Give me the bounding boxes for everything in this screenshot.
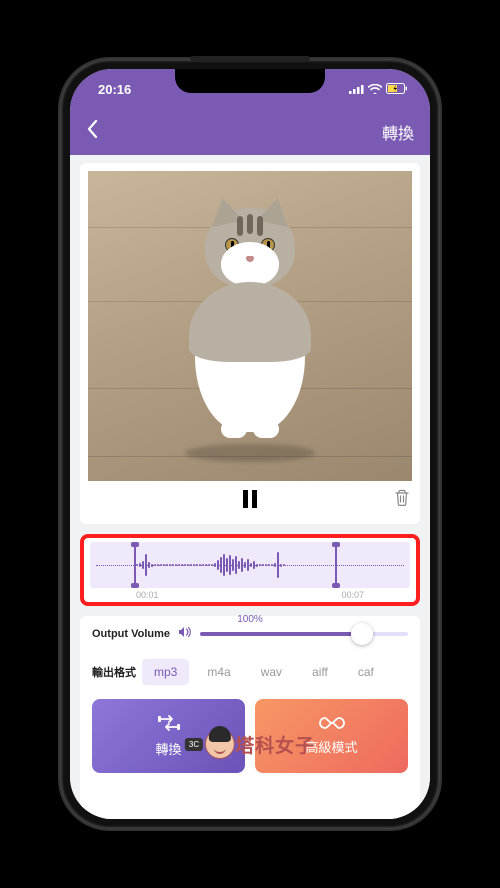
settings-card: 100% Output Volume 輸出格式 mp3 m4a wav ai [80,616,420,819]
wifi-icon [368,82,382,97]
format-label: 輸出格式 [92,664,136,680]
watermark-badge: 3C [185,738,203,751]
back-button[interactable] [86,119,98,145]
volume-slider-thumb[interactable] [351,623,373,645]
signal-icon [349,82,364,97]
waveform-times: 00:01 00:07 [90,590,410,600]
speaker-icon [178,626,192,641]
screen: 20:16 轉換 [70,69,430,819]
trim-handle-end[interactable] [335,544,337,586]
chevron-left-icon [86,119,98,139]
format-option-caf[interactable]: caf [346,659,386,685]
volume-percent: 100% [237,614,263,625]
volume-slider[interactable] [200,632,408,636]
trim-handle-start[interactable] [134,544,136,586]
delete-button[interactable] [394,489,410,512]
trim-end-time: 00:07 [341,590,364,600]
infinity-icon [319,716,345,733]
format-option-wav[interactable]: wav [249,659,294,685]
notch [175,69,325,93]
nav-title: 轉換 [382,120,414,144]
video-preview-card [80,163,420,524]
format-option-mp3[interactable]: mp3 [142,659,189,685]
convert-label: 轉換 [155,739,181,758]
watermark-avatar [205,729,235,759]
pause-icon [241,489,259,509]
pause-button[interactable] [241,489,259,514]
cat-illustration [180,208,320,448]
status-time: 20:16 [98,82,131,97]
trim-start-time: 00:01 [136,590,159,600]
waveform-bars [98,542,402,588]
content-area: 00:01 00:07 100% Output Volume [70,155,430,819]
format-row: 輸出格式 mp3 m4a wav aiff caf [92,659,408,685]
volume-label: Output Volume [92,628,170,640]
waveform-card-highlighted: 00:01 00:07 [80,534,420,606]
convert-icon [158,714,180,735]
player-controls [88,481,412,516]
watermark-text: 塔科女子 [235,731,315,758]
phone-frame: 20:16 轉換 [60,59,440,829]
battery-charging-icon [386,82,408,97]
watermark: 3C 塔科女子 [185,729,315,759]
format-option-aiff[interactable]: aiff [300,659,340,685]
format-option-m4a[interactable]: m4a [195,659,242,685]
volume-row: 100% Output Volume [92,626,408,641]
trash-icon [394,489,410,507]
waveform-trimmer[interactable] [90,542,410,588]
nav-bar: 轉換 [70,109,430,155]
video-thumbnail[interactable] [88,171,412,481]
